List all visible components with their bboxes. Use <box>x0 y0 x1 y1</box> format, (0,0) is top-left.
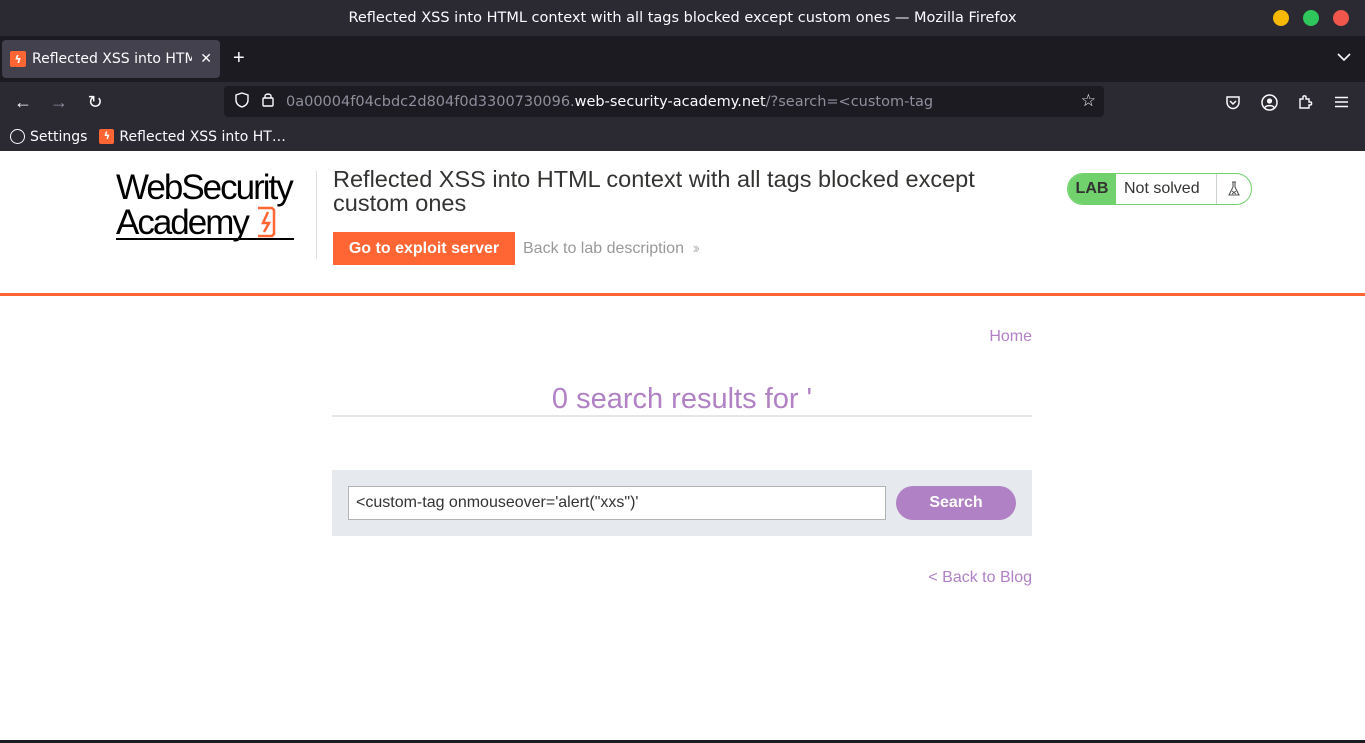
back-to-description-link[interactable]: Back to lab description ›› <box>523 240 700 258</box>
close-window-button[interactable] <box>1333 10 1349 26</box>
bookmark-label: Settings <box>30 128 88 145</box>
search-button[interactable]: Search <box>896 486 1016 520</box>
tab-active[interactable]: ϟ Reflected XSS into HTML ✕ <box>2 40 220 78</box>
back-button[interactable]: ← <box>11 90 35 114</box>
academy-logo[interactable]: WebSecurity Academy <box>116 168 316 261</box>
reload-button[interactable]: ↻ <box>83 90 107 114</box>
lab-status-text: Not solved <box>1124 180 1200 197</box>
logo-lightning-icon <box>257 206 276 238</box>
bookmark-settings[interactable]: Settings <box>10 129 87 145</box>
search-panel: Search <box>332 470 1032 536</box>
bookmark-star-icon[interactable]: ☆ <box>1081 91 1096 111</box>
extensions-icon[interactable] <box>1293 90 1317 114</box>
nav-toolbar: ← → ↻ 0a00004f04cbdc2d804f0d3300730096. w… <box>0 82 1365 122</box>
back-to-blog-link[interactable]: < Back to Blog <box>928 569 1032 587</box>
lab-badge: LAB <box>1068 174 1116 204</box>
bookmarks-bar: Settings ϟ Reflected XSS into HT… <box>0 122 1365 151</box>
minimize-button[interactable] <box>1273 10 1289 26</box>
double-chevron-icon: ›› <box>692 240 699 257</box>
chevron-down-icon[interactable] <box>1337 51 1351 65</box>
page-content: WebSecurity Academy Reflected XSS into H… <box>0 151 1365 743</box>
close-tab-icon[interactable]: ✕ <box>200 51 212 67</box>
lightning-icon: ϟ <box>10 51 26 67</box>
home-link[interactable]: Home <box>989 328 1032 346</box>
exploit-server-button[interactable]: Go to exploit server <box>333 232 515 265</box>
globe-icon <box>10 129 25 144</box>
search-results-heading: 0 search results for ' <box>332 384 1032 417</box>
lab-title: Reflected XSS into HTML context with all… <box>333 166 975 216</box>
new-tab-button[interactable]: + <box>233 48 245 68</box>
url-host: web-security-academy.net <box>574 93 766 110</box>
logo-line1: WebSecurity <box>116 168 294 207</box>
tab-title: Reflected XSS into HTML <box>32 51 193 67</box>
bookmark-label: Reflected XSS into HT… <box>119 128 286 145</box>
window-title: Reflected XSS into HTML context with all… <box>348 10 1017 26</box>
forward-button[interactable]: → <box>47 90 71 114</box>
lightning-icon: ϟ <box>99 129 115 144</box>
bookmark-lab[interactable]: ϟ Reflected XSS into HT… <box>99 128 286 145</box>
window-controls <box>1273 10 1349 26</box>
tab-strip: ϟ Reflected XSS into HTML ✕ + <box>0 36 1365 82</box>
header-divider <box>316 171 317 259</box>
maximize-button[interactable] <box>1303 10 1319 26</box>
pocket-icon[interactable] <box>1221 90 1245 114</box>
url-path: /?search=<custom-tag <box>765 93 934 110</box>
url-bar[interactable]: 0a00004f04cbdc2d804f0d3300730096. web-sec… <box>224 86 1104 117</box>
window-titlebar: Reflected XSS into HTML context with all… <box>0 0 1365 36</box>
menu-icon[interactable] <box>1329 90 1353 114</box>
lock-icon[interactable] <box>260 92 276 111</box>
lab-status-widget: LAB Not solved <box>1067 173 1252 205</box>
back-to-description-label: Back to lab description <box>523 240 684 257</box>
lab-header: WebSecurity Academy Reflected XSS into H… <box>0 151 1365 296</box>
url-subdomain: 0a00004f04cbdc2d804f0d3300730096. <box>286 93 575 110</box>
account-icon[interactable] <box>1257 90 1281 114</box>
shield-icon[interactable] <box>234 91 250 112</box>
search-input[interactable] <box>348 486 886 520</box>
flask-icon <box>1216 174 1251 204</box>
logo-line2: Academy <box>116 202 250 242</box>
